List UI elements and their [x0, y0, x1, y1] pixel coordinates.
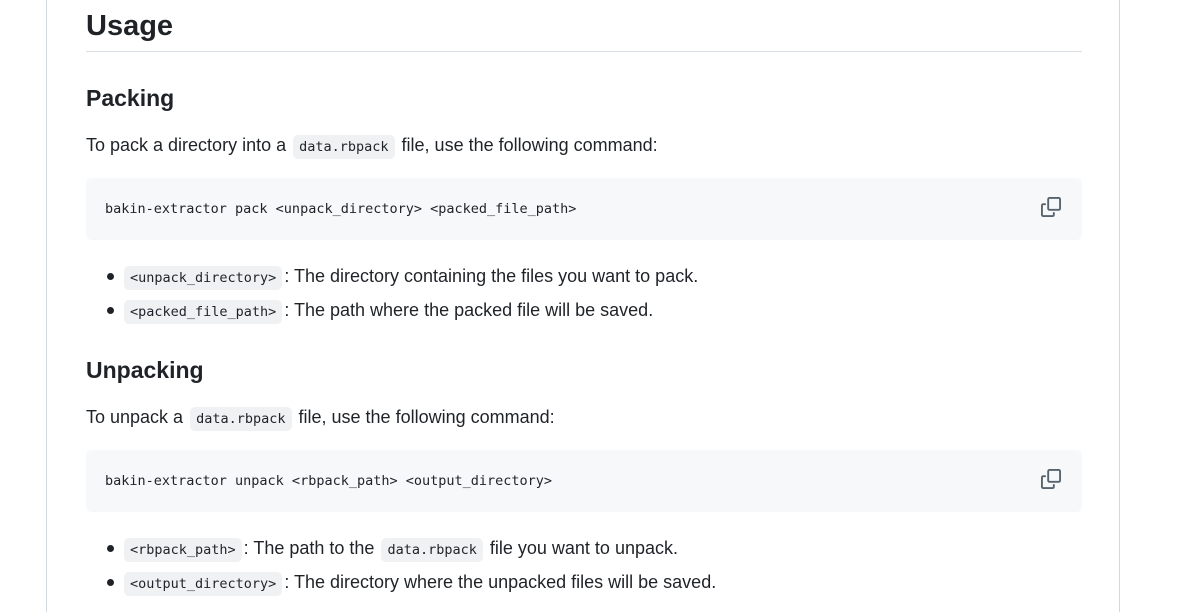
unpacking-heading: Unpacking [86, 357, 204, 383]
packing-heading: Packing [86, 85, 175, 111]
unpack-command: bakin-extractor unpack <rbpack_path> <ou… [105, 473, 553, 489]
param-code: <output_directory> [124, 572, 283, 596]
param-desc: : The path to the [243, 538, 375, 558]
list-item: <output_directory>: The directory where … [86, 568, 716, 602]
param-code: <unpack_directory> [124, 266, 283, 290]
param-code: <packed_file_path> [124, 300, 283, 324]
param-desc: : The path where the packed file will be… [284, 300, 654, 320]
copy-icon [1041, 197, 1061, 217]
unpacking-intro: To unpack a data.rbpack file, use the fo… [86, 403, 555, 433]
list-item: <packed_file_path>: The path where the p… [86, 296, 698, 330]
pack-copy-button[interactable] [1036, 192, 1066, 222]
packing-intro: To pack a directory into a data.rbpack f… [86, 131, 658, 161]
param-code: <rbpack_path> [124, 538, 242, 562]
param-desc: : The directory containing the files you… [284, 266, 699, 286]
param-desc: : The directory where the unpacked files… [284, 572, 717, 592]
pack-command-block: bakin-extractor pack <unpack_directory> … [86, 178, 1082, 240]
copy-icon [1041, 469, 1061, 489]
pack-command: bakin-extractor pack <unpack_directory> … [105, 201, 577, 217]
unpack-copy-button[interactable] [1036, 464, 1066, 494]
usage-heading: Usage [86, 10, 174, 42]
packing-intro-text-end: file, use the following command: [401, 135, 658, 155]
inline-code-rbpack: data.rbpack [190, 407, 292, 431]
heading-divider [86, 51, 1082, 52]
unpacking-intro-text-end: file, use the following command: [298, 407, 555, 427]
packing-intro-text: To pack a directory into a [86, 135, 287, 155]
unpack-command-block: bakin-extractor unpack <rbpack_path> <ou… [86, 450, 1082, 512]
bullet [107, 273, 114, 280]
param-desc-end: file you want to unpack. [489, 538, 678, 558]
bullet [107, 579, 114, 586]
bullet [107, 545, 114, 552]
pack-params-list: <unpack_directory>: The directory contai… [86, 262, 698, 330]
unpacking-intro-text: To unpack a [86, 407, 184, 427]
inline-code-rbpack: data.rbpack [293, 135, 395, 159]
list-item: <rbpack_path>: The path to the data.rbpa… [86, 534, 716, 568]
unpack-params-list: <rbpack_path>: The path to the data.rbpa… [86, 534, 716, 602]
list-item: <unpack_directory>: The directory contai… [86, 262, 698, 296]
bullet [107, 307, 114, 314]
inline-code-rbpack: data.rbpack [381, 538, 483, 562]
